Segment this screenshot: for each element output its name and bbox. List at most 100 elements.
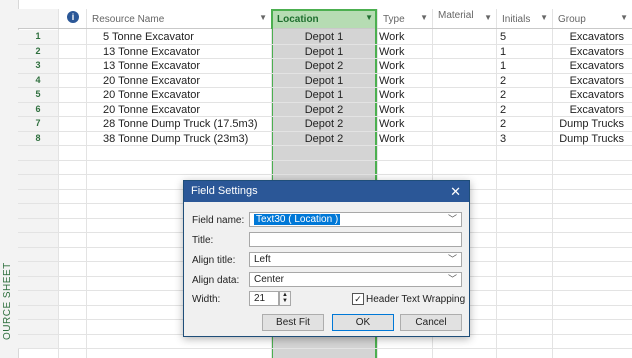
field-name-select[interactable]: Text30 ( Location ) ﹀ <box>249 212 462 227</box>
cancel-button[interactable]: Cancel <box>400 314 462 331</box>
cell-type[interactable]: Work <box>379 117 429 131</box>
column-header-indicators[interactable]: i <box>58 9 86 29</box>
cell-group[interactable]: Excavators <box>554 45 624 59</box>
row-header-corner[interactable] <box>18 9 58 29</box>
cell-initials[interactable]: 2 <box>500 117 548 131</box>
row-number[interactable] <box>18 262 58 276</box>
width-spinner[interactable]: ▲ ▼ <box>279 291 291 306</box>
row-number[interactable] <box>18 320 58 334</box>
location-column-border <box>271 9 377 29</box>
dialog-title-bar[interactable]: Field Settings ✕ <box>184 181 469 202</box>
row-number[interactable] <box>18 189 58 203</box>
row-number[interactable] <box>18 334 58 348</box>
row-number[interactable] <box>18 233 58 247</box>
cell-location[interactable]: Depot 1 <box>273 74 375 88</box>
ok-button[interactable]: OK <box>332 314 394 331</box>
chevron-down-icon: ﹀ <box>447 254 457 264</box>
row-number[interactable]: 8 <box>18 131 58 145</box>
column-header-group[interactable]: Group ▼ <box>552 9 632 29</box>
resource-sheet: OURCE SHEET i Resource Name ▼ Location ▼… <box>0 0 632 358</box>
cell-group[interactable]: Excavators <box>554 30 624 44</box>
cell-type[interactable]: Work <box>379 74 429 88</box>
cell-resource-name[interactable]: 13 Tonne Excavator <box>103 59 268 73</box>
cell-resource-name[interactable]: 13 Tonne Excavator <box>103 45 268 59</box>
cell-resource-name[interactable]: 20 Tonne Excavator <box>103 88 268 102</box>
cell-type[interactable]: Work <box>379 132 429 146</box>
align-data-value: Center <box>254 274 285 285</box>
cell-initials[interactable]: 1 <box>500 45 548 59</box>
row-number[interactable]: 3 <box>18 59 58 73</box>
width-label: Width: <box>192 294 221 305</box>
cell-initials[interactable]: 2 <box>500 74 548 88</box>
cell-location[interactable]: Depot 1 <box>273 30 375 44</box>
grid-line <box>18 348 632 349</box>
cell-location[interactable]: Depot 2 <box>273 132 375 146</box>
cell-type[interactable]: Work <box>379 103 429 117</box>
cell-group[interactable]: Excavators <box>554 88 624 102</box>
cell-location[interactable]: Depot 2 <box>273 103 375 117</box>
row-number[interactable] <box>18 276 58 290</box>
best-fit-button[interactable]: Best Fit <box>262 314 324 331</box>
cell-location[interactable]: Depot 1 <box>273 88 375 102</box>
align-title-label: Align title: <box>192 255 236 266</box>
row-number[interactable]: 6 <box>18 102 58 116</box>
cell-group[interactable]: Dump Trucks <box>554 117 624 131</box>
column-label: Type <box>383 14 405 25</box>
row-number[interactable]: 2 <box>18 44 58 58</box>
cell-initials[interactable]: 5 <box>500 30 548 44</box>
cell-initials[interactable]: 2 <box>500 88 548 102</box>
row-number[interactable] <box>18 160 58 174</box>
row-number[interactable] <box>18 204 58 218</box>
view-label-bar: OURCE SHEET <box>0 0 19 358</box>
filter-arrow-icon[interactable]: ▼ <box>620 13 628 22</box>
cell-type[interactable]: Work <box>379 88 429 102</box>
width-input[interactable]: 21 <box>249 291 279 306</box>
column-header-type[interactable]: Type ▼ <box>377 9 432 29</box>
cell-group[interactable]: Dump Trucks <box>554 132 624 146</box>
cell-resource-name[interactable]: 5 Tonne Excavator <box>103 30 268 44</box>
cell-resource-name[interactable]: 28 Tonne Dump Truck (17.5m3) <box>103 117 268 131</box>
filter-arrow-icon[interactable]: ▼ <box>484 13 492 22</box>
cell-resource-name[interactable]: 20 Tonne Excavator <box>103 103 268 117</box>
cell-type[interactable]: Work <box>379 30 429 44</box>
align-title-select[interactable]: Left ﹀ <box>249 252 462 267</box>
cell-location[interactable]: Depot 1 <box>273 45 375 59</box>
filter-arrow-icon[interactable]: ▼ <box>540 13 548 22</box>
row-number[interactable]: 7 <box>18 117 58 131</box>
row-number[interactable]: 5 <box>18 88 58 102</box>
cell-group[interactable]: Excavators <box>554 74 624 88</box>
align-data-select[interactable]: Center ﹀ <box>249 272 462 287</box>
cell-initials[interactable]: 1 <box>500 59 548 73</box>
grid-line <box>58 9 59 358</box>
row-number[interactable] <box>18 218 58 232</box>
column-header-resource-name[interactable]: Resource Name ▼ <box>86 9 271 29</box>
view-label: OURCE SHEET <box>2 262 13 340</box>
cell-initials[interactable]: 3 <box>500 132 548 146</box>
row-number[interactable] <box>18 175 58 189</box>
cell-initials[interactable]: 2 <box>500 103 548 117</box>
cell-location[interactable]: Depot 2 <box>273 59 375 73</box>
close-icon[interactable]: ✕ <box>450 181 461 202</box>
cell-resource-name[interactable]: 20 Tonne Excavator <box>103 74 268 88</box>
cell-type[interactable]: Work <box>379 45 429 59</box>
header-wrap-checkbox[interactable]: ✓ <box>352 293 364 305</box>
column-header-material[interactable]: Material ▼ <box>432 9 496 29</box>
row-number[interactable] <box>18 291 58 305</box>
cell-group[interactable]: Excavators <box>554 103 624 117</box>
row-number[interactable] <box>18 247 58 261</box>
row-number[interactable]: 1 <box>18 30 58 44</box>
field-settings-dialog: Field Settings ✕ Field name: Text30 ( Lo… <box>183 180 470 337</box>
row-number[interactable] <box>18 305 58 319</box>
cell-group[interactable]: Excavators <box>554 59 624 73</box>
title-input[interactable] <box>249 232 462 247</box>
cell-resource-name[interactable]: 38 Tonne Dump Truck (23m3) <box>103 132 268 146</box>
column-header-initials[interactable]: Initials ▼ <box>496 9 552 29</box>
cell-location[interactable]: Depot 2 <box>273 117 375 131</box>
cell-type[interactable]: Work <box>379 59 429 73</box>
row-number[interactable] <box>18 146 58 160</box>
row-number[interactable]: 4 <box>18 73 58 87</box>
header-wrap-label: Header Text Wrapping <box>366 294 466 305</box>
chevron-down-icon: ﹀ <box>447 274 457 284</box>
filter-arrow-icon[interactable]: ▼ <box>259 13 267 22</box>
filter-arrow-icon[interactable]: ▼ <box>420 13 428 22</box>
